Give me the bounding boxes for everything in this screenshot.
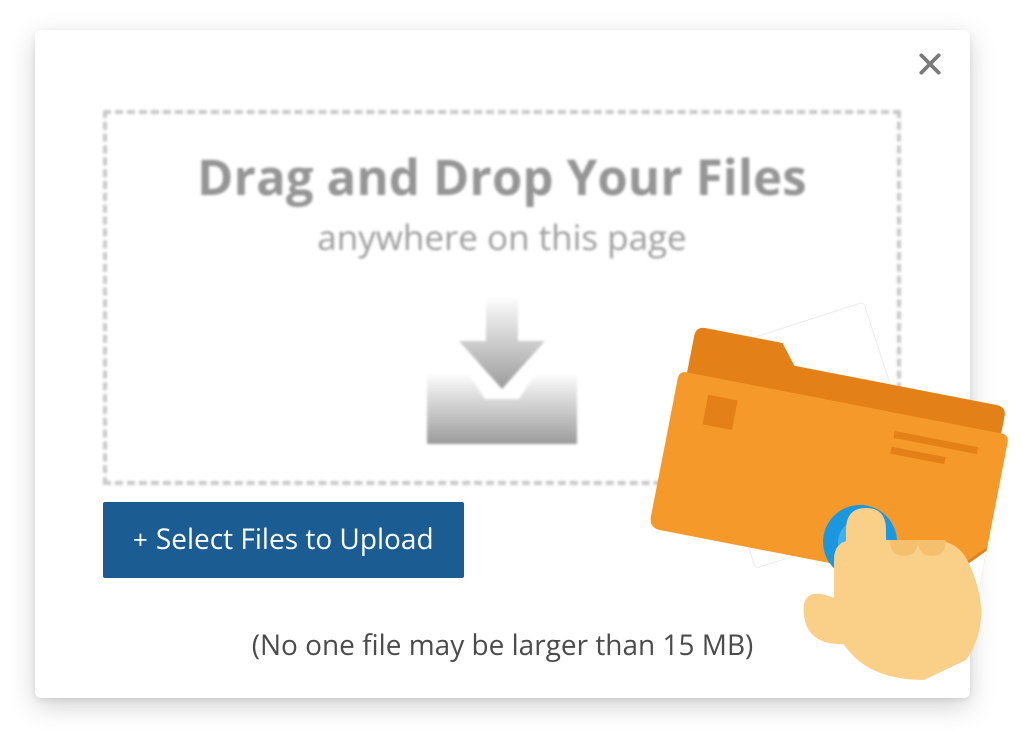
dropzone-subtitle: anywhere on this page bbox=[107, 214, 897, 261]
select-files-label: Select Files to Upload bbox=[156, 520, 434, 558]
close-icon bbox=[917, 51, 943, 82]
upload-dialog: Drag and Drop Your Files anywhere on thi… bbox=[35, 30, 970, 698]
close-button[interactable] bbox=[908, 44, 952, 88]
dropzone-title: Drag and Drop Your Files bbox=[107, 144, 897, 210]
inbox-download-icon bbox=[107, 279, 897, 454]
plus-icon: + bbox=[133, 526, 148, 552]
file-size-note: (No one file may be larger than 15 MB) bbox=[35, 626, 970, 664]
select-files-button[interactable]: + Select Files to Upload bbox=[103, 502, 464, 578]
dropzone[interactable]: Drag and Drop Your Files anywhere on thi… bbox=[103, 110, 901, 485]
